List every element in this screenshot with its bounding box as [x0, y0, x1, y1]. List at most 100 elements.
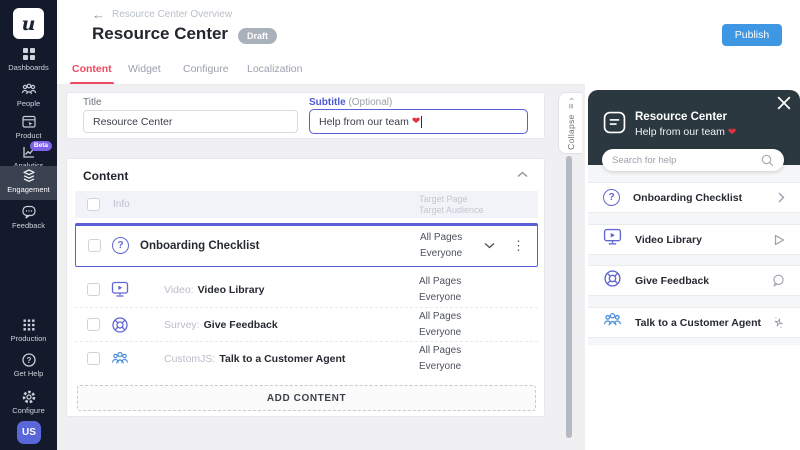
list-item[interactable]: ? Onboarding Checklist	[588, 182, 800, 213]
table-row[interactable]: ? Onboarding Checklist All Pages Everyon…	[75, 223, 538, 267]
tab-configure[interactable]: Configure	[183, 63, 229, 75]
row-checkbox[interactable]	[88, 239, 101, 252]
row-checkbox[interactable]	[87, 283, 100, 296]
engagement-icon	[21, 168, 37, 184]
life-ring-icon	[111, 316, 129, 339]
row-target: All Pages Everyone	[419, 343, 461, 375]
row-type-prefix: CustomJS:Talk to a Customer Agent	[164, 353, 345, 365]
row-target: All Pages Everyone	[419, 309, 461, 341]
resource-center-preview: Resource Center Help from our team❤ ? On…	[585, 85, 800, 450]
table-row[interactable]: Video:Video Library All Pages Everyone	[75, 273, 538, 307]
page-title: Resource Center	[92, 24, 228, 44]
row-target: All Pages Everyone	[420, 230, 462, 262]
product-icon	[21, 114, 37, 130]
people-group-icon	[111, 350, 129, 372]
chevron-right-icon	[778, 192, 785, 203]
gear-icon	[21, 389, 37, 405]
breadcrumb-label: Resource Center Overview	[112, 9, 232, 20]
text-cursor	[421, 116, 422, 128]
close-icon[interactable]	[777, 96, 791, 110]
list-item[interactable]: Give Feedback	[588, 265, 800, 296]
chat-bubble-icon	[772, 274, 785, 287]
production-icon	[21, 317, 37, 333]
question-circle-icon: ?	[603, 189, 620, 206]
optional-hint: (Optional)	[348, 97, 392, 108]
collapse-handle-icon: ≡ ›	[566, 97, 576, 109]
sidebar-item-product[interactable]: Product	[0, 112, 57, 140]
question-circle-icon: ?	[112, 237, 129, 254]
title-input[interactable]	[83, 110, 298, 133]
user-avatar[interactable]: US	[17, 421, 41, 444]
row-type-prefix: Video:Video Library	[164, 284, 265, 296]
title-subtitle-card: Title Subtitle (Optional) Help from our …	[66, 92, 545, 139]
help-circle-icon: ?	[21, 352, 37, 368]
beta-badge: Beta	[30, 141, 52, 151]
heart-icon: ❤	[412, 116, 420, 127]
sparkle-icon	[772, 316, 785, 329]
sidebar-item-production[interactable]: Production	[0, 315, 57, 343]
preview-search-bar[interactable]	[602, 149, 784, 171]
table-row[interactable]: CustomJS:Talk to a Customer Agent All Pa…	[75, 341, 538, 375]
userpilot-logo[interactable]: u	[13, 8, 44, 39]
people-group-icon	[603, 311, 622, 334]
publish-button[interactable]: Publish	[722, 24, 782, 46]
resource-center-editor: u Dashboards People Product Beta	[0, 0, 800, 450]
subtitle-input[interactable]: Help from our team ❤	[309, 109, 528, 134]
column-info: Info	[113, 199, 130, 210]
table-header-row: Info Target Page Target Audience	[75, 191, 538, 218]
top-header: ← Resource Center Overview Resource Cent…	[57, 0, 800, 85]
content-card: Content Info Target Page Target Audience…	[66, 158, 545, 417]
row-title: Video Library	[198, 284, 265, 296]
vertical-scrollbar[interactable]	[566, 156, 572, 438]
row-title: Talk to a Customer Agent	[219, 353, 345, 365]
row-checkbox[interactable]	[87, 352, 100, 365]
tab-localization[interactable]: Localization	[247, 63, 302, 75]
video-monitor-icon	[111, 281, 129, 303]
book-icon	[603, 111, 626, 134]
search-icon	[761, 154, 774, 167]
play-outline-icon	[774, 234, 785, 246]
table-row[interactable]: Survey:Give Feedback All Pages Everyone	[75, 307, 538, 341]
preview-title: Resource Center	[635, 111, 727, 123]
life-ring-icon	[603, 269, 622, 293]
subtitle-value: Help from our team	[319, 116, 409, 128]
people-icon	[21, 82, 37, 98]
chevron-down-icon[interactable]	[484, 242, 495, 249]
title-label: Title	[83, 97, 102, 108]
editor-panel: Title Subtitle (Optional) Help from our …	[57, 85, 585, 450]
svg-text:?: ?	[26, 356, 31, 365]
sidebar-item-configure[interactable]: Configure	[0, 387, 57, 415]
collapse-label: Collapse	[566, 114, 576, 149]
sidebar-item-feedback[interactable]: Feedback	[0, 202, 57, 230]
list-item[interactable]: Talk to a Customer Agent	[588, 307, 800, 338]
sidebar: u Dashboards People Product Beta	[0, 0, 57, 450]
tab-widget[interactable]: Widget	[128, 63, 161, 75]
row-title: Give Feedback	[204, 319, 278, 331]
sidebar-item-engagement[interactable]: Engagement	[0, 166, 57, 200]
add-content-button[interactable]: ADD CONTENT	[77, 385, 536, 411]
preview-items: ? Onboarding Checklist Video Library	[588, 165, 800, 345]
preview-subtitle: Help from our team❤	[635, 126, 736, 138]
back-arrow-icon[interactable]: ←	[92, 7, 105, 22]
video-monitor-icon	[603, 228, 622, 251]
search-input[interactable]	[612, 155, 761, 166]
feedback-icon	[21, 204, 37, 220]
content-section-heading: Content	[83, 169, 128, 183]
chevron-up-icon[interactable]	[517, 171, 528, 178]
sidebar-item-get-help[interactable]: ? Get Help	[0, 350, 57, 378]
breadcrumb[interactable]: ← Resource Center Overview	[92, 7, 232, 22]
select-all-checkbox[interactable]	[87, 198, 100, 211]
row-title: Onboarding Checklist	[140, 240, 260, 252]
tab-content[interactable]: Content	[72, 63, 112, 75]
status-badge: Draft	[238, 28, 277, 44]
row-checkbox[interactable]	[87, 318, 100, 331]
sidebar-item-people[interactable]: People	[0, 80, 57, 108]
row-type-prefix: Survey:Give Feedback	[164, 319, 278, 331]
dashboards-icon	[21, 46, 37, 62]
kebab-menu-icon[interactable]: ⋮	[512, 238, 525, 254]
column-target: Target Page Target Audience	[419, 194, 484, 216]
sidebar-item-dashboards[interactable]: Dashboards	[0, 44, 57, 72]
subtitle-label: Subtitle (Optional)	[309, 97, 392, 108]
collapse-preview-tab[interactable]: Collapse ≡ ›	[558, 92, 582, 154]
list-item[interactable]: Video Library	[588, 224, 800, 255]
